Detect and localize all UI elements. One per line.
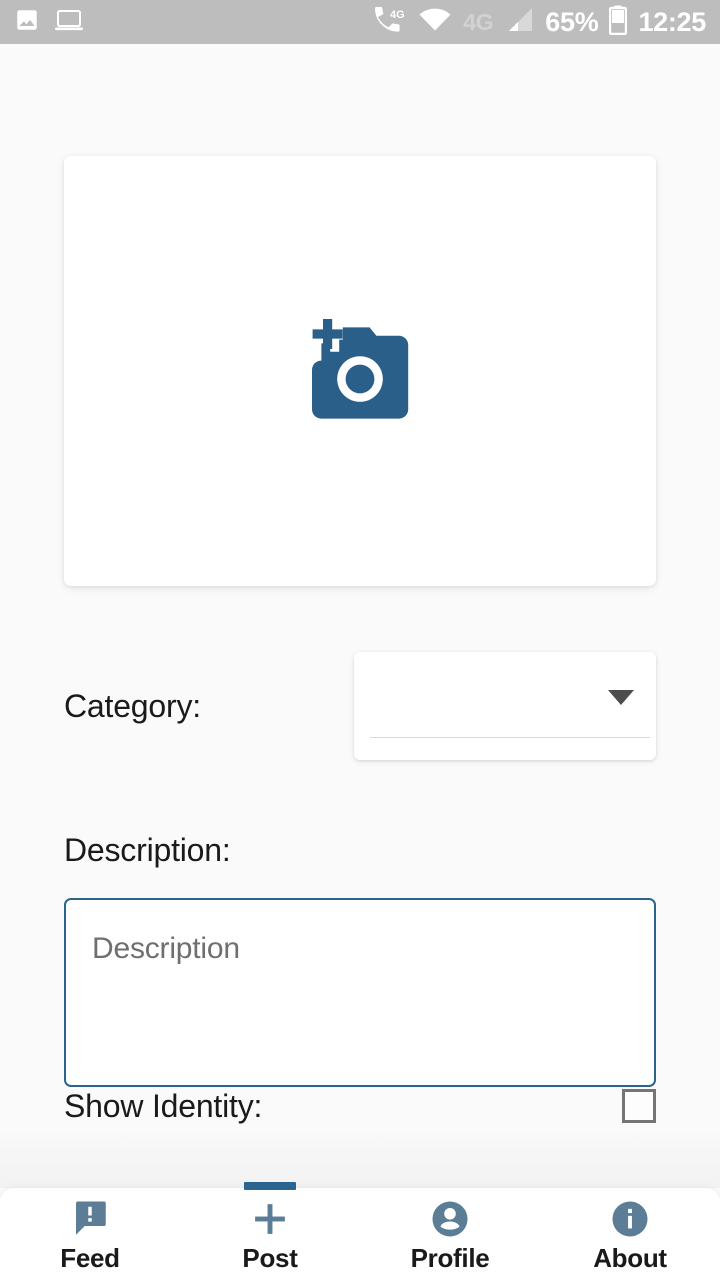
description-placeholder: Description — [92, 932, 240, 965]
post-screen: Category: Description: Description Show … — [0, 44, 720, 1280]
clock-label: 12:25 — [638, 6, 706, 37]
battery-icon — [609, 5, 628, 40]
show-identity-label: Show Identity: — [64, 1087, 263, 1124]
bottom-navigation-bar: Feed Post Profile About — [0, 1182, 720, 1280]
category-row: Category: — [64, 652, 656, 760]
chevron-down-icon[interactable] — [608, 690, 634, 705]
category-label: Category: — [64, 687, 201, 724]
status-bar-right-icons: 4G 4G 65% 12:25 — [373, 5, 706, 40]
nav-item-about[interactable]: About — [540, 1188, 720, 1280]
account-circle-icon — [429, 1198, 471, 1240]
volte-call-icon: 4G — [373, 6, 407, 39]
plus-icon — [249, 1198, 291, 1240]
description-input[interactable]: Description — [64, 898, 656, 1087]
photo-upload-card[interactable] — [64, 156, 656, 586]
show-identity-checkbox[interactable] — [622, 1089, 656, 1123]
description-label: Description: — [64, 832, 231, 868]
nav-label-profile: Profile — [410, 1242, 490, 1273]
battery-percent-label: 65% — [545, 6, 599, 37]
nav-label-post: Post — [242, 1242, 298, 1273]
nav-label-feed: Feed — [60, 1242, 120, 1273]
svg-text:4G: 4G — [390, 9, 405, 21]
add-a-photo-icon[interactable] — [298, 315, 422, 428]
dropdown-underline — [370, 737, 650, 738]
status-bar-left-icons — [14, 7, 84, 38]
nav-item-post[interactable]: Post — [180, 1182, 360, 1280]
nav-item-feed[interactable]: Feed — [0, 1188, 180, 1280]
show-identity-row: Show Identity: — [64, 1074, 656, 1138]
nav-item-profile[interactable]: Profile — [360, 1188, 540, 1280]
feedback-bubble-icon — [69, 1198, 111, 1240]
nav-label-about: About — [593, 1242, 667, 1273]
laptop-icon — [54, 7, 84, 38]
info-circle-icon — [609, 1198, 651, 1240]
status-bar: 4G 4G 65% 12:25 — [0, 0, 720, 44]
active-tab-indicator — [244, 1182, 296, 1190]
image-icon — [14, 7, 40, 38]
signal-bars-icon — [504, 7, 534, 38]
wifi-icon — [418, 7, 452, 38]
category-dropdown[interactable] — [354, 652, 656, 760]
network-type-label: 4G — [463, 8, 494, 35]
